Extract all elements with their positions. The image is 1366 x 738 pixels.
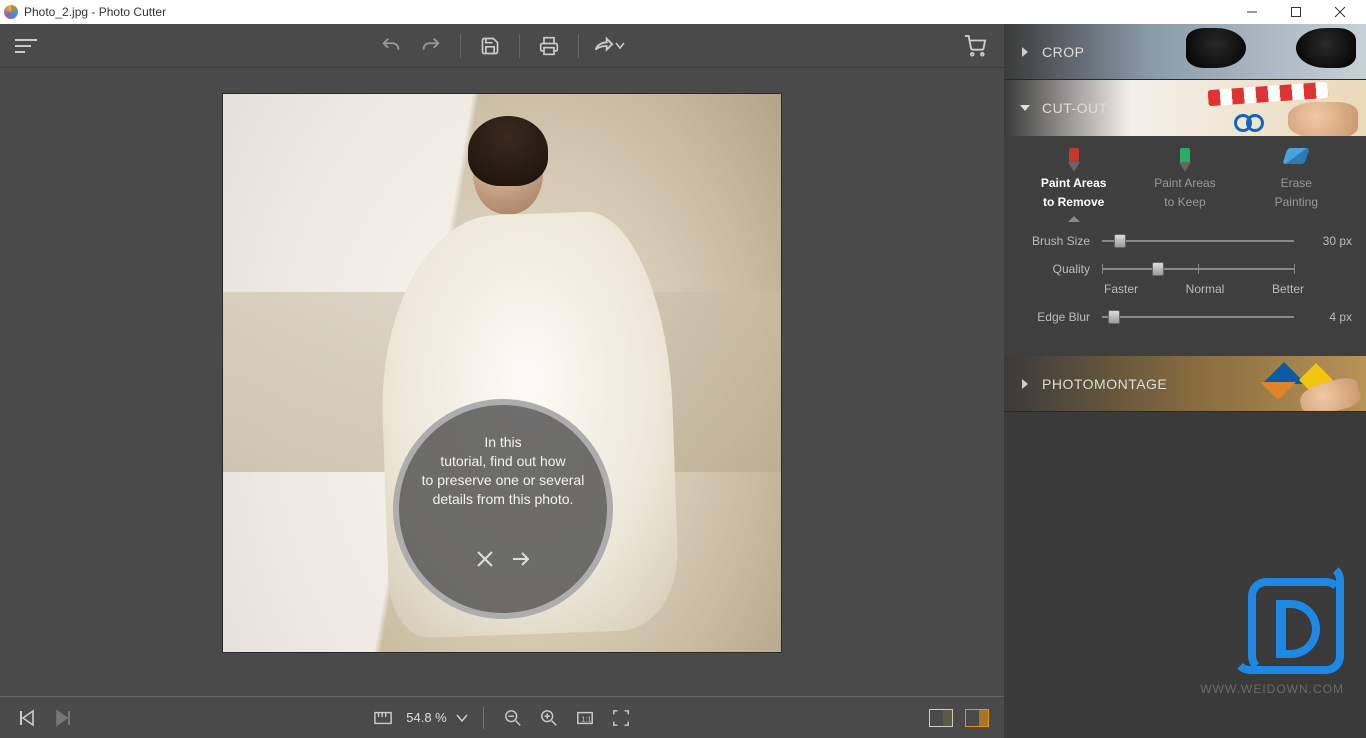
brush-size-slider[interactable] <box>1102 240 1294 242</box>
marker-green-icon <box>1175 148 1195 172</box>
undo-button[interactable] <box>374 29 408 63</box>
print-button[interactable] <box>532 29 566 63</box>
compare-off-button[interactable] <box>928 705 954 731</box>
editor-pane: In this tutorial, find out how to preser… <box>0 24 1004 738</box>
brush-size-value: 30 px <box>1306 234 1352 248</box>
panel-photomontage-header[interactable]: PHOTOMONTAGE <box>1004 356 1366 412</box>
panel-crop-header[interactable]: CROP <box>1004 24 1366 80</box>
panel-cutout-header[interactable]: CUT-OUT <box>1004 80 1366 136</box>
window-close-button[interactable] <box>1318 0 1362 24</box>
separator <box>519 34 520 58</box>
chevron-right-icon <box>1020 379 1030 389</box>
zoom-out-button[interactable] <box>500 705 526 731</box>
quality-ticks: Faster Normal Better <box>1102 282 1306 296</box>
quality-slider[interactable] <box>1102 268 1294 270</box>
watermark-logo-icon <box>1248 578 1344 674</box>
tutorial-bubble: In this tutorial, find out how to preser… <box>393 399 613 619</box>
separator <box>460 34 461 58</box>
edge-blur-label: Edge Blur <box>1018 310 1090 324</box>
zoom-in-button[interactable] <box>536 705 562 731</box>
chevron-right-icon <box>1020 47 1030 57</box>
quality-label: Quality <box>1018 262 1090 276</box>
zoom-dropdown-icon[interactable] <box>457 710 467 725</box>
tool-paint-keep[interactable]: Paint Areas to Keep <box>1130 148 1240 220</box>
tutorial-next-icon[interactable] <box>511 549 531 574</box>
save-button[interactable] <box>473 29 507 63</box>
tool-label: Painting <box>1275 195 1318 210</box>
window-title: Photo_2.jpg - Photo Cutter <box>24 5 166 19</box>
panel-crop-label: CROP <box>1042 44 1084 60</box>
brush-size-label: Brush Size <box>1018 234 1090 248</box>
ruler-icon[interactable] <box>370 705 396 731</box>
chevron-down-icon <box>1020 103 1030 113</box>
row-brush-size: Brush Size 30 px <box>1018 234 1352 248</box>
tool-erase[interactable]: Erase Painting <box>1241 148 1351 220</box>
watermark-url: WWW.WEIDOWN.COM <box>1200 682 1344 696</box>
quality-faster: Faster <box>1104 282 1138 296</box>
tutorial-close-icon[interactable] <box>475 549 495 574</box>
window-minimize-button[interactable] <box>1230 0 1274 24</box>
eraser-icon <box>1283 148 1310 164</box>
tool-label: Paint Areas <box>1041 176 1107 191</box>
zoom-value: 54.8 % <box>406 710 446 725</box>
canvas-area[interactable]: In this tutorial, find out how to preser… <box>0 68 1004 696</box>
bottom-toolbar: 54.8 % 1:1 <box>0 696 1004 738</box>
separator <box>483 707 484 729</box>
row-edge-blur: Edge Blur 4 px <box>1018 310 1352 324</box>
tool-label: to Remove <box>1043 195 1104 210</box>
edge-blur-slider[interactable] <box>1102 316 1294 318</box>
panel-cutout-label: CUT-OUT <box>1042 100 1108 116</box>
side-panel: CROP CUT-OUT Paint Areas to Remove Paint… <box>1004 24 1366 738</box>
tutorial-text-l4: details from this photo. <box>433 490 574 509</box>
share-button[interactable] <box>591 29 625 63</box>
app-icon <box>4 5 18 19</box>
watermark: WWW.WEIDOWN.COM <box>1200 578 1344 696</box>
window-titlebar: Photo_2.jpg - Photo Cutter <box>0 0 1366 24</box>
first-image-button[interactable] <box>14 705 40 731</box>
image-preview[interactable]: In this tutorial, find out how to preser… <box>222 93 782 653</box>
store-button[interactable] <box>958 29 992 63</box>
window-maximize-button[interactable] <box>1274 0 1318 24</box>
menu-button[interactable] <box>12 32 40 60</box>
svg-text:1:1: 1:1 <box>581 714 591 723</box>
panel-photomontage-label: PHOTOMONTAGE <box>1042 376 1167 392</box>
tutorial-text-l2: tutorial, find out how <box>440 452 565 471</box>
tutorial-text-l3: to preserve one or several <box>422 471 585 490</box>
compare-on-button[interactable] <box>964 705 990 731</box>
actual-size-button[interactable]: 1:1 <box>572 705 598 731</box>
edge-blur-value: 4 px <box>1306 310 1352 324</box>
fit-screen-button[interactable] <box>608 705 634 731</box>
next-image-button[interactable] <box>50 705 76 731</box>
redo-button[interactable] <box>414 29 448 63</box>
quality-better: Better <box>1272 282 1304 296</box>
tool-label: Paint Areas <box>1154 176 1215 191</box>
tool-label: to Keep <box>1164 195 1205 210</box>
tool-paint-remove[interactable]: Paint Areas to Remove <box>1019 148 1129 220</box>
marker-red-icon <box>1064 148 1084 172</box>
row-quality: Quality <box>1018 262 1352 276</box>
tutorial-text-l1: In this <box>484 433 521 452</box>
separator <box>578 34 579 58</box>
panel-cutout-body: Paint Areas to Remove Paint Areas to Kee… <box>1004 136 1366 356</box>
quality-normal: Normal <box>1186 282 1225 296</box>
tool-label: Erase <box>1281 176 1312 191</box>
top-toolbar <box>0 24 1004 68</box>
